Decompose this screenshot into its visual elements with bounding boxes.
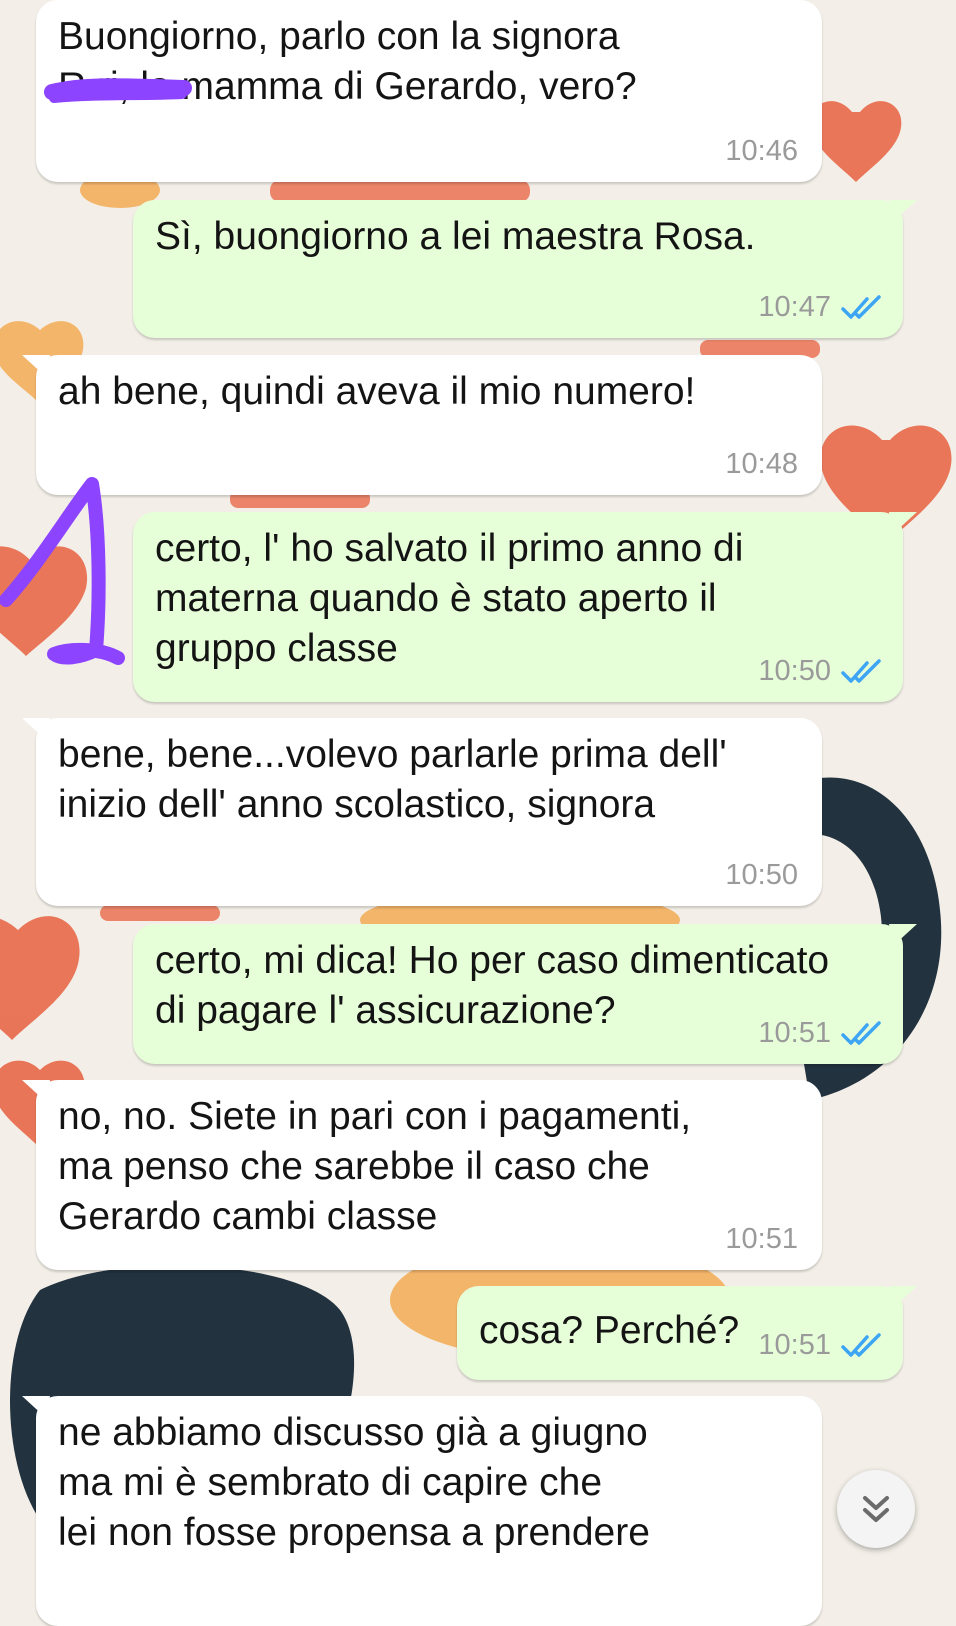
bubble-tail (22, 355, 50, 377)
double-check-icon (841, 294, 881, 319)
double-check-icon (841, 1020, 881, 1045)
message-bubble-outgoing[interactable]: Sì, buongiorno a lei maestra Rosa. 10:47 (133, 200, 917, 338)
message-time: 10:51 (758, 1017, 831, 1049)
message-meta: 10:50 (758, 655, 883, 688)
bubble-tail (889, 200, 917, 222)
message-bubble-incoming[interactable]: no, no. Siete in pari con i pagamenti, m… (22, 1080, 822, 1270)
message-meta: 10:51 (758, 1329, 883, 1362)
message-text: bene, bene...volevo parlarle prima dell'… (58, 733, 727, 826)
chevron-double-down-icon (863, 1496, 889, 1522)
bubble-tail (22, 718, 50, 740)
message-bubble-incoming[interactable]: ah bene, quindi aveva il mio numero! 10:… (22, 355, 822, 495)
message-text: ne abbiamo discusso già a giugno ma mi è… (58, 1411, 650, 1554)
message-time: 10:47 (758, 291, 831, 323)
message-text: certo, l' ho salvato il primo anno di ma… (155, 527, 744, 670)
message-bubble-incoming[interactable]: bene, bene...volevo parlarle prima dell'… (22, 718, 822, 906)
double-check-icon (841, 658, 881, 683)
message-bubble-outgoing[interactable]: cosa? Perché? 10:51 (457, 1286, 917, 1380)
bubble-tail (889, 1286, 917, 1308)
message-text: Sì, buongiorno a lei maestra Rosa. (155, 215, 756, 258)
message-bubble-incoming[interactable]: ne abbiamo discusso già a giugno ma mi è… (22, 1396, 822, 1626)
message-meta: 10:46 (725, 135, 798, 168)
bubble-tail (889, 512, 917, 534)
redaction-scribble (44, 78, 192, 103)
bubble-tail (22, 1080, 50, 1102)
message-meta: 10:48 (725, 448, 798, 481)
bubble-tail (889, 924, 917, 946)
message-meta: 10:50 (725, 859, 798, 892)
message-time: 10:51 (758, 1329, 831, 1361)
message-time: 10:50 (725, 859, 798, 891)
message-bubble-outgoing[interactable]: certo, mi dica! Ho per caso dimenticato … (133, 924, 917, 1064)
message-meta: 10:51 (758, 1017, 883, 1050)
message-meta: 10:47 (758, 291, 883, 324)
message-bubble-outgoing[interactable]: certo, l' ho salvato il primo anno di ma… (133, 512, 917, 702)
double-check-icon (841, 1332, 881, 1357)
message-text: certo, mi dica! Ho per caso dimenticato … (155, 939, 830, 1032)
scroll-to-bottom-button[interactable] (837, 1470, 915, 1548)
message-time: 10:46 (725, 135, 798, 167)
message-time: 10:51 (725, 1223, 798, 1255)
bubble-tail (22, 1396, 50, 1418)
message-text: no, no. Siete in pari con i pagamenti, m… (58, 1095, 692, 1238)
handwritten-number-annotation (0, 477, 125, 665)
message-text: ah bene, quindi aveva il mio numero! (58, 370, 696, 413)
message-text: cosa? Perché? (479, 1309, 740, 1352)
message-meta: 10:51 (725, 1223, 798, 1256)
message-time: 10:50 (758, 655, 831, 687)
message-time: 10:48 (725, 448, 798, 480)
